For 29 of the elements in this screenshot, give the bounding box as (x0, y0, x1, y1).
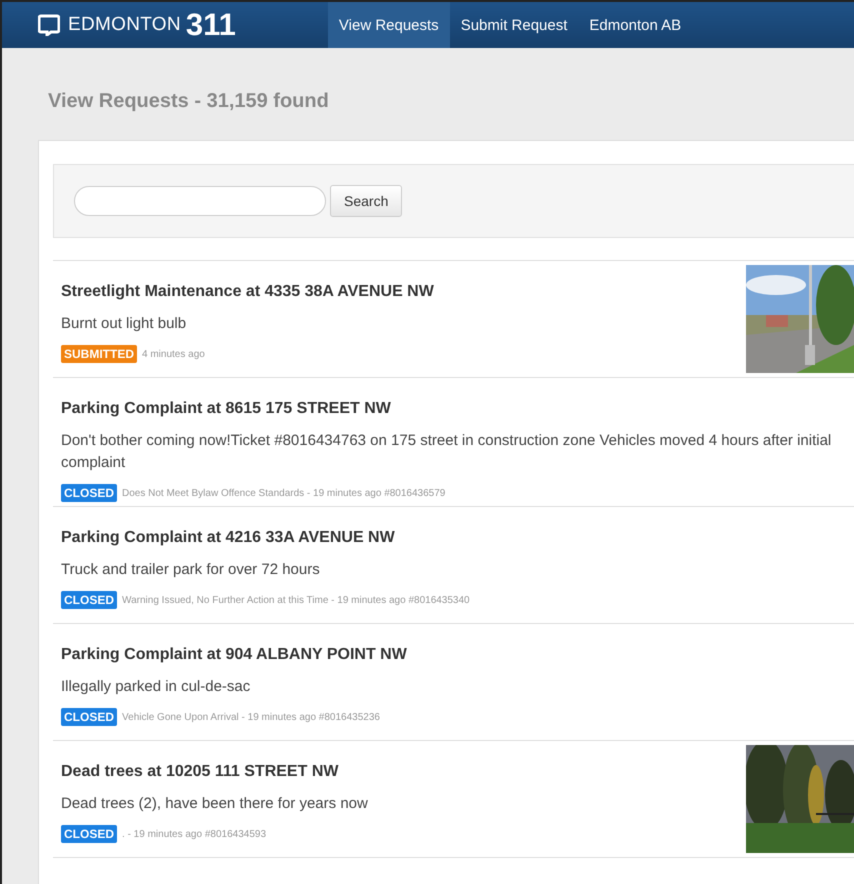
request-title[interactable]: Parking Complaint at 904 ALBANY POINT NW (61, 646, 854, 664)
request-title[interactable]: Parking Complaint at 4216 33A AVENUE NW (61, 529, 854, 547)
request-title[interactable]: Parking Complaint at 8615 175 STREET NW (61, 400, 854, 418)
nav-link[interactable]: Submit Request (450, 2, 578, 48)
request-title[interactable]: Streetlight Maintenance at 4335 38A AVENUE NW (61, 283, 734, 301)
status-label: CLOSED (61, 591, 118, 609)
request-meta: 4 minutes ago (142, 348, 205, 360)
nav-link[interactable]: View Requests (328, 2, 450, 48)
brand-number[interactable]: 311 (186, 7, 236, 43)
status-label: CLOSED (61, 484, 118, 502)
request-description: Burnt out light bulb (61, 314, 188, 334)
logo-icon (38, 14, 60, 36)
request-description: Truck and trailer park for over 72 hours (61, 560, 321, 580)
request-title[interactable]: Dead trees at 10205 111 STREET NW (61, 763, 734, 781)
status-label: CLOSED (61, 825, 118, 843)
request-description: Don't bother coming now!Ticket #8016434763 on 175 street in construction zone Vehicles moved 4 hours after initial complaint (61, 431, 832, 473)
page-heading: View Requests - 31,159 found (47, 89, 330, 114)
request-description: Illegally parked in cul-de-sac (61, 677, 252, 697)
search-field[interactable] (74, 186, 326, 216)
request-description: Dead trees (2), have been there for years now (61, 794, 369, 814)
brand-name[interactable]: EDMONTON (68, 14, 181, 36)
request-meta: Vehicle Gone Upon Arrival - 19 minutes ago #8016435236 (122, 712, 380, 722)
nav-link[interactable]: Edmonton AB (578, 2, 692, 48)
status-label: CLOSED (61, 708, 118, 726)
request-meta: . - 19 minutes ago #8016434593 (122, 828, 266, 840)
status-label: SUBMITTED (61, 345, 137, 363)
request-meta: Warning Issued, No Further Action at this Time - 19 minutes ago #8016435340 (122, 594, 470, 606)
request-meta: Does Not Meet Bylaw Offence Standards - 19 minutes ago #8016436579 (122, 488, 446, 498)
search-button[interactable]: Search (330, 185, 402, 217)
